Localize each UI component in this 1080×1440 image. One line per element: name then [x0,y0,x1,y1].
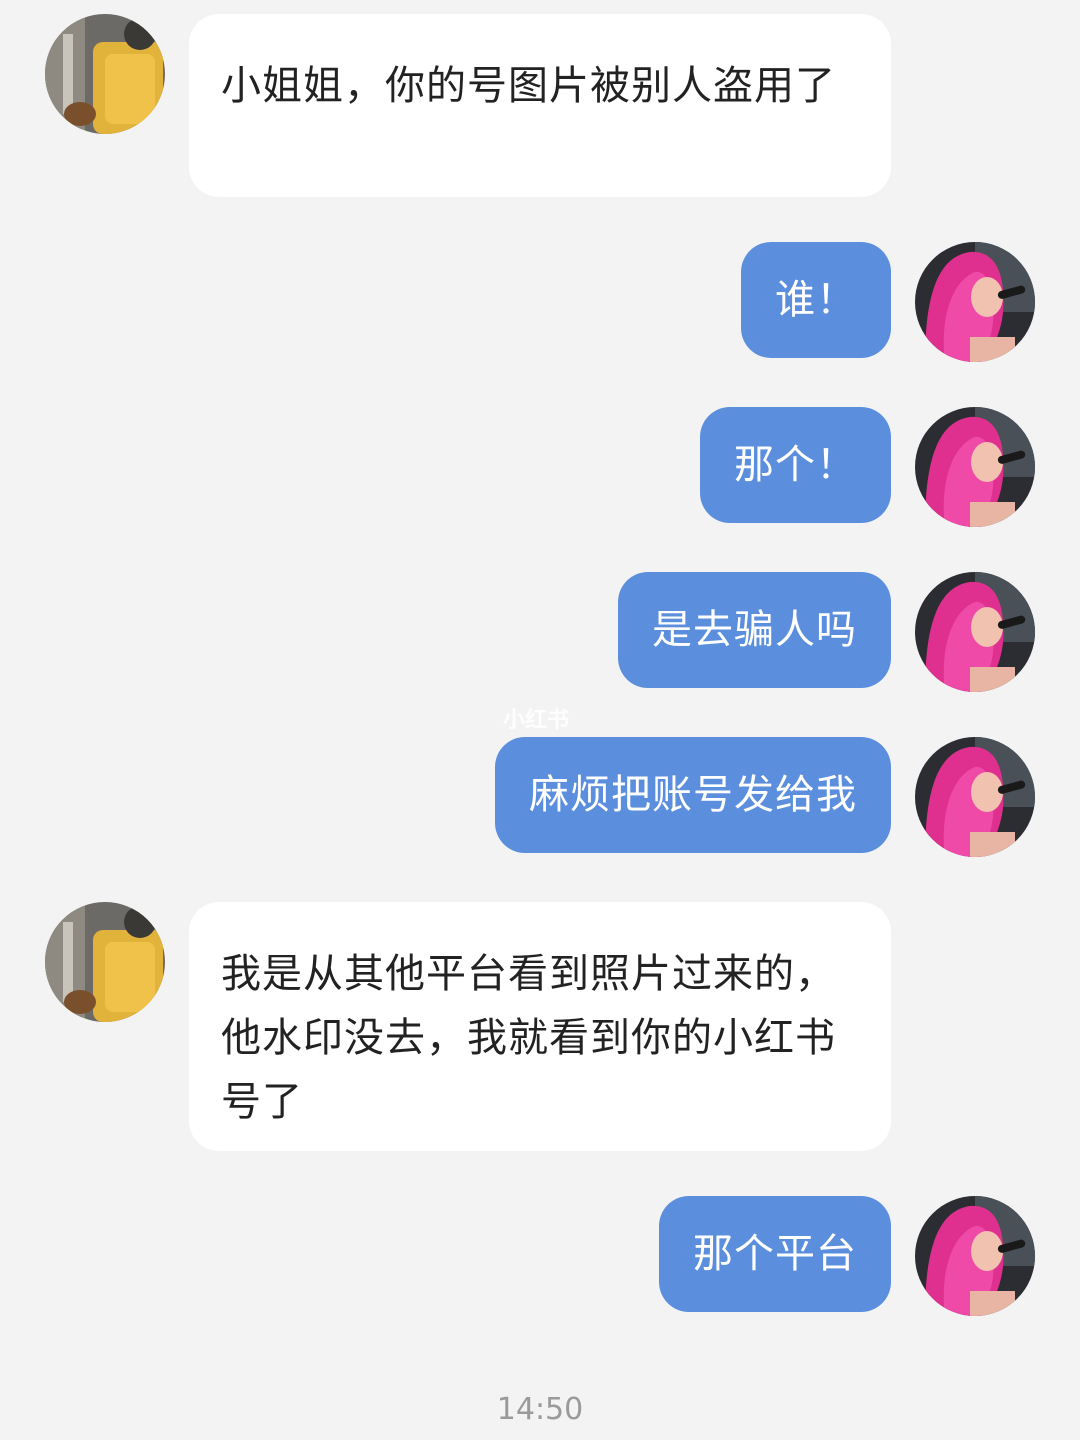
message-bubble-outgoing[interactable]: 是去骗人吗 [618,572,891,688]
message-text: 小姐姐，你的号图片被别人盗用了 [221,63,836,109]
contact-avatar-image [45,902,165,1022]
message-timestamp: 14:50 [496,1392,584,1427]
message-bubble-outgoing[interactable]: 谁！ [741,242,891,358]
self-avatar-image [915,737,1035,857]
watermark: 小红书 [503,708,570,733]
message-text: 那个平台 [693,1231,857,1277]
self-avatar[interactable] [915,407,1035,527]
self-avatar-image [915,1196,1035,1316]
self-avatar[interactable] [915,242,1035,362]
message-text: 我是从其他平台看到照片过来的，他水印没去，我就看到你的小红书号了 [221,951,836,1125]
message-bubble-incoming[interactable]: 小姐姐，你的号图片被别人盗用了 [189,14,891,197]
self-avatar-image [915,242,1035,362]
contact-avatar[interactable] [45,902,165,1022]
message-bubble-outgoing[interactable]: 那个！ [700,407,891,523]
message-text: 是去骗人吗 [652,607,857,653]
contact-avatar[interactable] [45,14,165,134]
self-avatar[interactable] [915,572,1035,692]
message-text: 谁！ [775,277,857,323]
message-bubble-outgoing[interactable]: 那个平台 [659,1196,891,1312]
self-avatar[interactable] [915,1196,1035,1316]
contact-avatar-image [45,14,165,134]
self-avatar-image [915,407,1035,527]
self-avatar[interactable] [915,737,1035,857]
message-text: 那个！ [734,442,857,488]
message-text: 麻烦把账号发给我 [529,772,857,818]
message-bubble-outgoing[interactable]: 麻烦把账号发给我 [495,737,891,853]
self-avatar-image [915,572,1035,692]
message-bubble-incoming[interactable]: 我是从其他平台看到照片过来的，他水印没去，我就看到你的小红书号了 [189,902,891,1151]
